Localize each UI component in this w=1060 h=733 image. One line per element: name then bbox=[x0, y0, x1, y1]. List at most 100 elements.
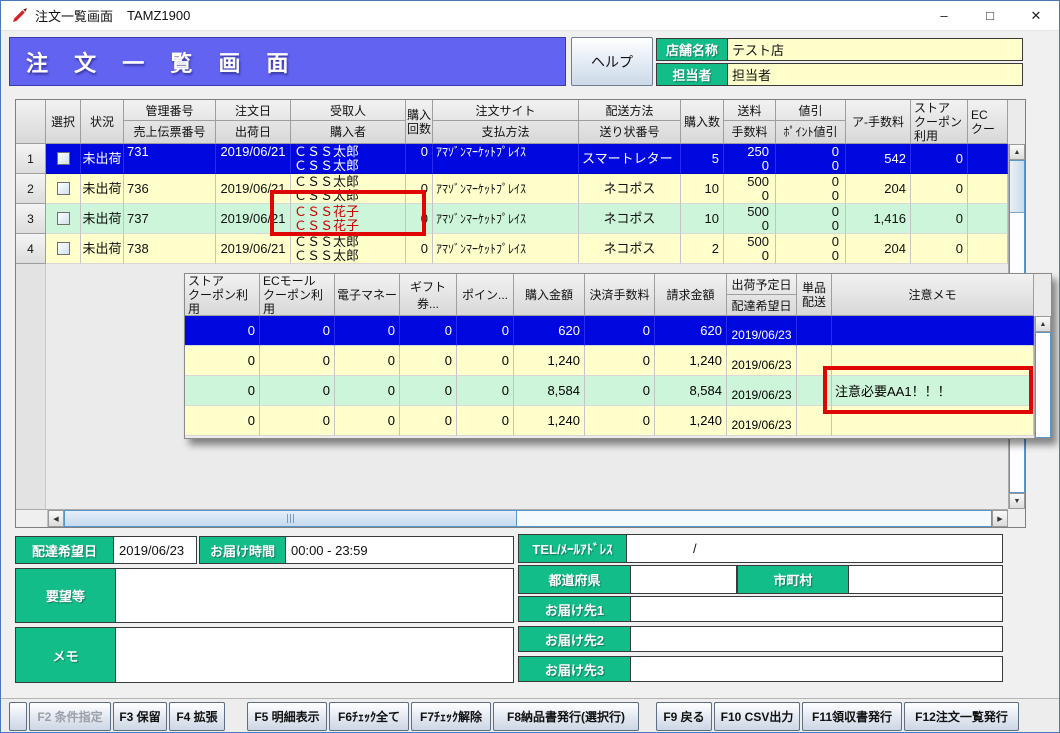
scroll-down-icon[interactable]: ▼ bbox=[1009, 493, 1025, 509]
f5-detail-button[interactable]: F5 明細表示 bbox=[247, 702, 327, 731]
close-button[interactable]: ✕ bbox=[1013, 1, 1059, 30]
order-row[interactable]: 4 未出荷 738 2019/06/21 ＣＳＳ太郎ＣＳＳ太郎 0 ｱﾏｿﾞﾝﾏ… bbox=[16, 234, 1008, 264]
receiver-cell: ＣＳＳ太郎ＣＳＳ太郎 bbox=[291, 144, 406, 174]
store-coupon-cell: 0 bbox=[185, 316, 260, 346]
order-row[interactable]: 3 未出荷 737 2019/06/21 ＣＳＳ花子ＣＳＳ花子 0 ｱﾏｿﾞﾝﾏ… bbox=[16, 204, 1008, 234]
discount-cell: 00 bbox=[776, 174, 846, 204]
scroll-right-icon[interactable]: ▶ bbox=[992, 510, 1008, 527]
ship-date-cell: 2019/06/23 bbox=[727, 376, 797, 406]
thumb-grip-icon bbox=[287, 514, 295, 523]
order-row[interactable]: 2 未出荷 736 2019/06/21 ＣＳＳ太郎ＣＳＳ太郎 0 ｱﾏｿﾞﾝﾏ… bbox=[16, 174, 1008, 204]
memo-field[interactable] bbox=[116, 628, 513, 682]
f8-delivery-slip-button[interactable]: F8納品書発行(選択行) bbox=[493, 702, 639, 731]
col-gift: ギフト券... bbox=[400, 274, 457, 316]
col-ecmall-coupon-use: ECモールクーポン利用 bbox=[260, 274, 335, 316]
delivery-date-field[interactable]: 2019/06/23 bbox=[114, 537, 196, 563]
emoney-cell: 0 bbox=[335, 376, 400, 406]
col-store-coupon: ストアクーポン利用 bbox=[911, 100, 968, 144]
detail-table-vscrollbar[interactable]: ▲ bbox=[1034, 316, 1051, 438]
request-label: 要望等 bbox=[16, 569, 116, 622]
f12-order-list-button[interactable]: F12注文一覧発行 bbox=[904, 702, 1019, 731]
vscroll-thumb[interactable] bbox=[1010, 161, 1024, 213]
main-table-hscrollbar[interactable]: ◀ ▶ bbox=[16, 509, 1008, 527]
tel-mail-field[interactable]: / bbox=[627, 535, 1002, 562]
hscroll-thumb[interactable] bbox=[65, 511, 517, 526]
help-button[interactable]: ヘルプ bbox=[571, 37, 653, 86]
store-name-field[interactable]: テスト店 bbox=[728, 39, 1022, 60]
request-field[interactable] bbox=[116, 569, 513, 622]
maximize-button[interactable]: □ bbox=[967, 1, 1013, 30]
hscroll-corner bbox=[16, 510, 48, 527]
f6-check-all-button[interactable]: F6ﾁｪｯｸ全て bbox=[329, 702, 409, 731]
minimize-button[interactable]: – bbox=[921, 1, 967, 30]
row-number[interactable]: 4 bbox=[16, 234, 46, 264]
f10-csv-button[interactable]: F10 CSV出力 bbox=[714, 702, 800, 731]
row-header-strip bbox=[16, 264, 46, 509]
emoney-cell: 0 bbox=[335, 346, 400, 376]
settlement-cell: 0 bbox=[585, 346, 655, 376]
hscroll-track[interactable] bbox=[64, 510, 992, 527]
delivery-cell: ネコポス bbox=[579, 204, 681, 234]
address2-field[interactable] bbox=[631, 627, 1002, 651]
staff-field[interactable]: 担当者 bbox=[728, 64, 1022, 85]
row-number[interactable]: 1 bbox=[16, 144, 46, 174]
row-number[interactable]: 3 bbox=[16, 204, 46, 234]
row-select-checkbox[interactable] bbox=[57, 152, 70, 165]
col-discount: 値引ﾎﾟｲﾝﾄ値引 bbox=[776, 100, 846, 144]
row-select-checkbox[interactable] bbox=[57, 212, 70, 225]
col-billing-amount: 請求金額 bbox=[655, 274, 727, 316]
settlement-cell: 0 bbox=[585, 406, 655, 436]
address3-field[interactable] bbox=[631, 657, 1002, 681]
titlebar: 注文一覧画面 TAMZ1900 – □ ✕ bbox=[1, 1, 1059, 31]
billing-cell: 620 bbox=[655, 316, 727, 346]
ship-date-cell: 2019/06/23 bbox=[727, 316, 797, 346]
order-table-header: 選択 状況 管理番号売上伝票番号 注文日出荷日 受取人購入者 購入回数 注文サイ… bbox=[16, 100, 1008, 144]
row-select-checkbox[interactable] bbox=[57, 242, 70, 255]
col-settlement-fee: 決済手数料 bbox=[585, 274, 655, 316]
f3-hold-button[interactable]: F3 保留 bbox=[113, 702, 167, 731]
ecmall-coupon-cell: 0 bbox=[260, 316, 335, 346]
page-title: 注 文 一 覧 画 面 bbox=[9, 37, 566, 86]
ecmall-coupon-cell: 0 bbox=[260, 346, 335, 376]
detail-table: ストアクーポン利用 ECモールクーポン利用 電子マネー ギフト券... ポイン.… bbox=[184, 273, 1052, 439]
postage-cell: 5000 bbox=[724, 204, 776, 234]
detail-row[interactable]: 0 0 0 0 0 620 0 620 2019/06/23 bbox=[185, 316, 1034, 346]
row-number[interactable]: 2 bbox=[16, 174, 46, 204]
purchase-cell: 1,240 bbox=[514, 406, 585, 436]
site-cell: ｱﾏｿﾞﾝﾏｰｹｯﾄﾌﾟﾚｲｽ bbox=[433, 204, 579, 234]
billing-cell: 1,240 bbox=[655, 346, 727, 376]
ship-date-cell: 2019/06/23 bbox=[727, 406, 797, 436]
store-coupon-cell: 0 bbox=[911, 174, 968, 204]
status-cell: 未出荷 bbox=[81, 234, 124, 264]
f9-back-button[interactable]: F9 戻る bbox=[656, 702, 712, 731]
row-select-checkbox[interactable] bbox=[57, 182, 70, 195]
delivery-time-label: お届け時間 bbox=[200, 537, 286, 563]
count-cell: 0 bbox=[406, 234, 433, 264]
memo-label: メモ bbox=[16, 628, 116, 682]
scroll-left-icon[interactable]: ◀ bbox=[48, 510, 64, 527]
delivery-time-field[interactable]: 00:00 - 23:59 bbox=[286, 537, 513, 563]
address1-field[interactable] bbox=[631, 597, 1002, 621]
store-coupon-cell: 0 bbox=[185, 406, 260, 436]
memo-cell bbox=[832, 316, 1034, 346]
f11-receipt-button[interactable]: F11領収書発行 bbox=[802, 702, 902, 731]
ec-coupon-cell bbox=[968, 204, 1008, 234]
city-field[interactable] bbox=[849, 566, 1002, 593]
f7-uncheck-button[interactable]: F7ﾁｪｯｸ解除 bbox=[411, 702, 491, 731]
ec-coupon-cell bbox=[968, 234, 1008, 264]
vscroll-track[interactable] bbox=[1035, 332, 1051, 438]
col-store-coupon-use: ストアクーポン利用 bbox=[185, 274, 260, 316]
address2-label: お届け先2 bbox=[519, 627, 631, 651]
scroll-up-icon[interactable]: ▲ bbox=[1035, 316, 1051, 332]
kanri-cell: 737 bbox=[124, 204, 216, 234]
address3-label: お届け先3 bbox=[519, 657, 631, 681]
scroll-up-icon[interactable]: ▲ bbox=[1009, 144, 1025, 160]
point-cell: 0 bbox=[457, 376, 514, 406]
discount-cell: 00 bbox=[776, 234, 846, 264]
f4-extend-button[interactable]: F4 拡張 bbox=[169, 702, 225, 731]
site-cell: ｱﾏｿﾞﾝﾏｰｹｯﾄﾌﾟﾚｲｽ bbox=[433, 144, 579, 174]
col-date: 注文日出荷日 bbox=[216, 100, 291, 144]
prefecture-field[interactable] bbox=[631, 566, 737, 593]
col-emoney: 電子マネー bbox=[335, 274, 400, 316]
order-row[interactable]: 1 未出荷 731 2019/06/21 ＣＳＳ太郎ＣＳＳ太郎 0 ｱﾏｿﾞﾝﾏ… bbox=[16, 144, 1008, 174]
